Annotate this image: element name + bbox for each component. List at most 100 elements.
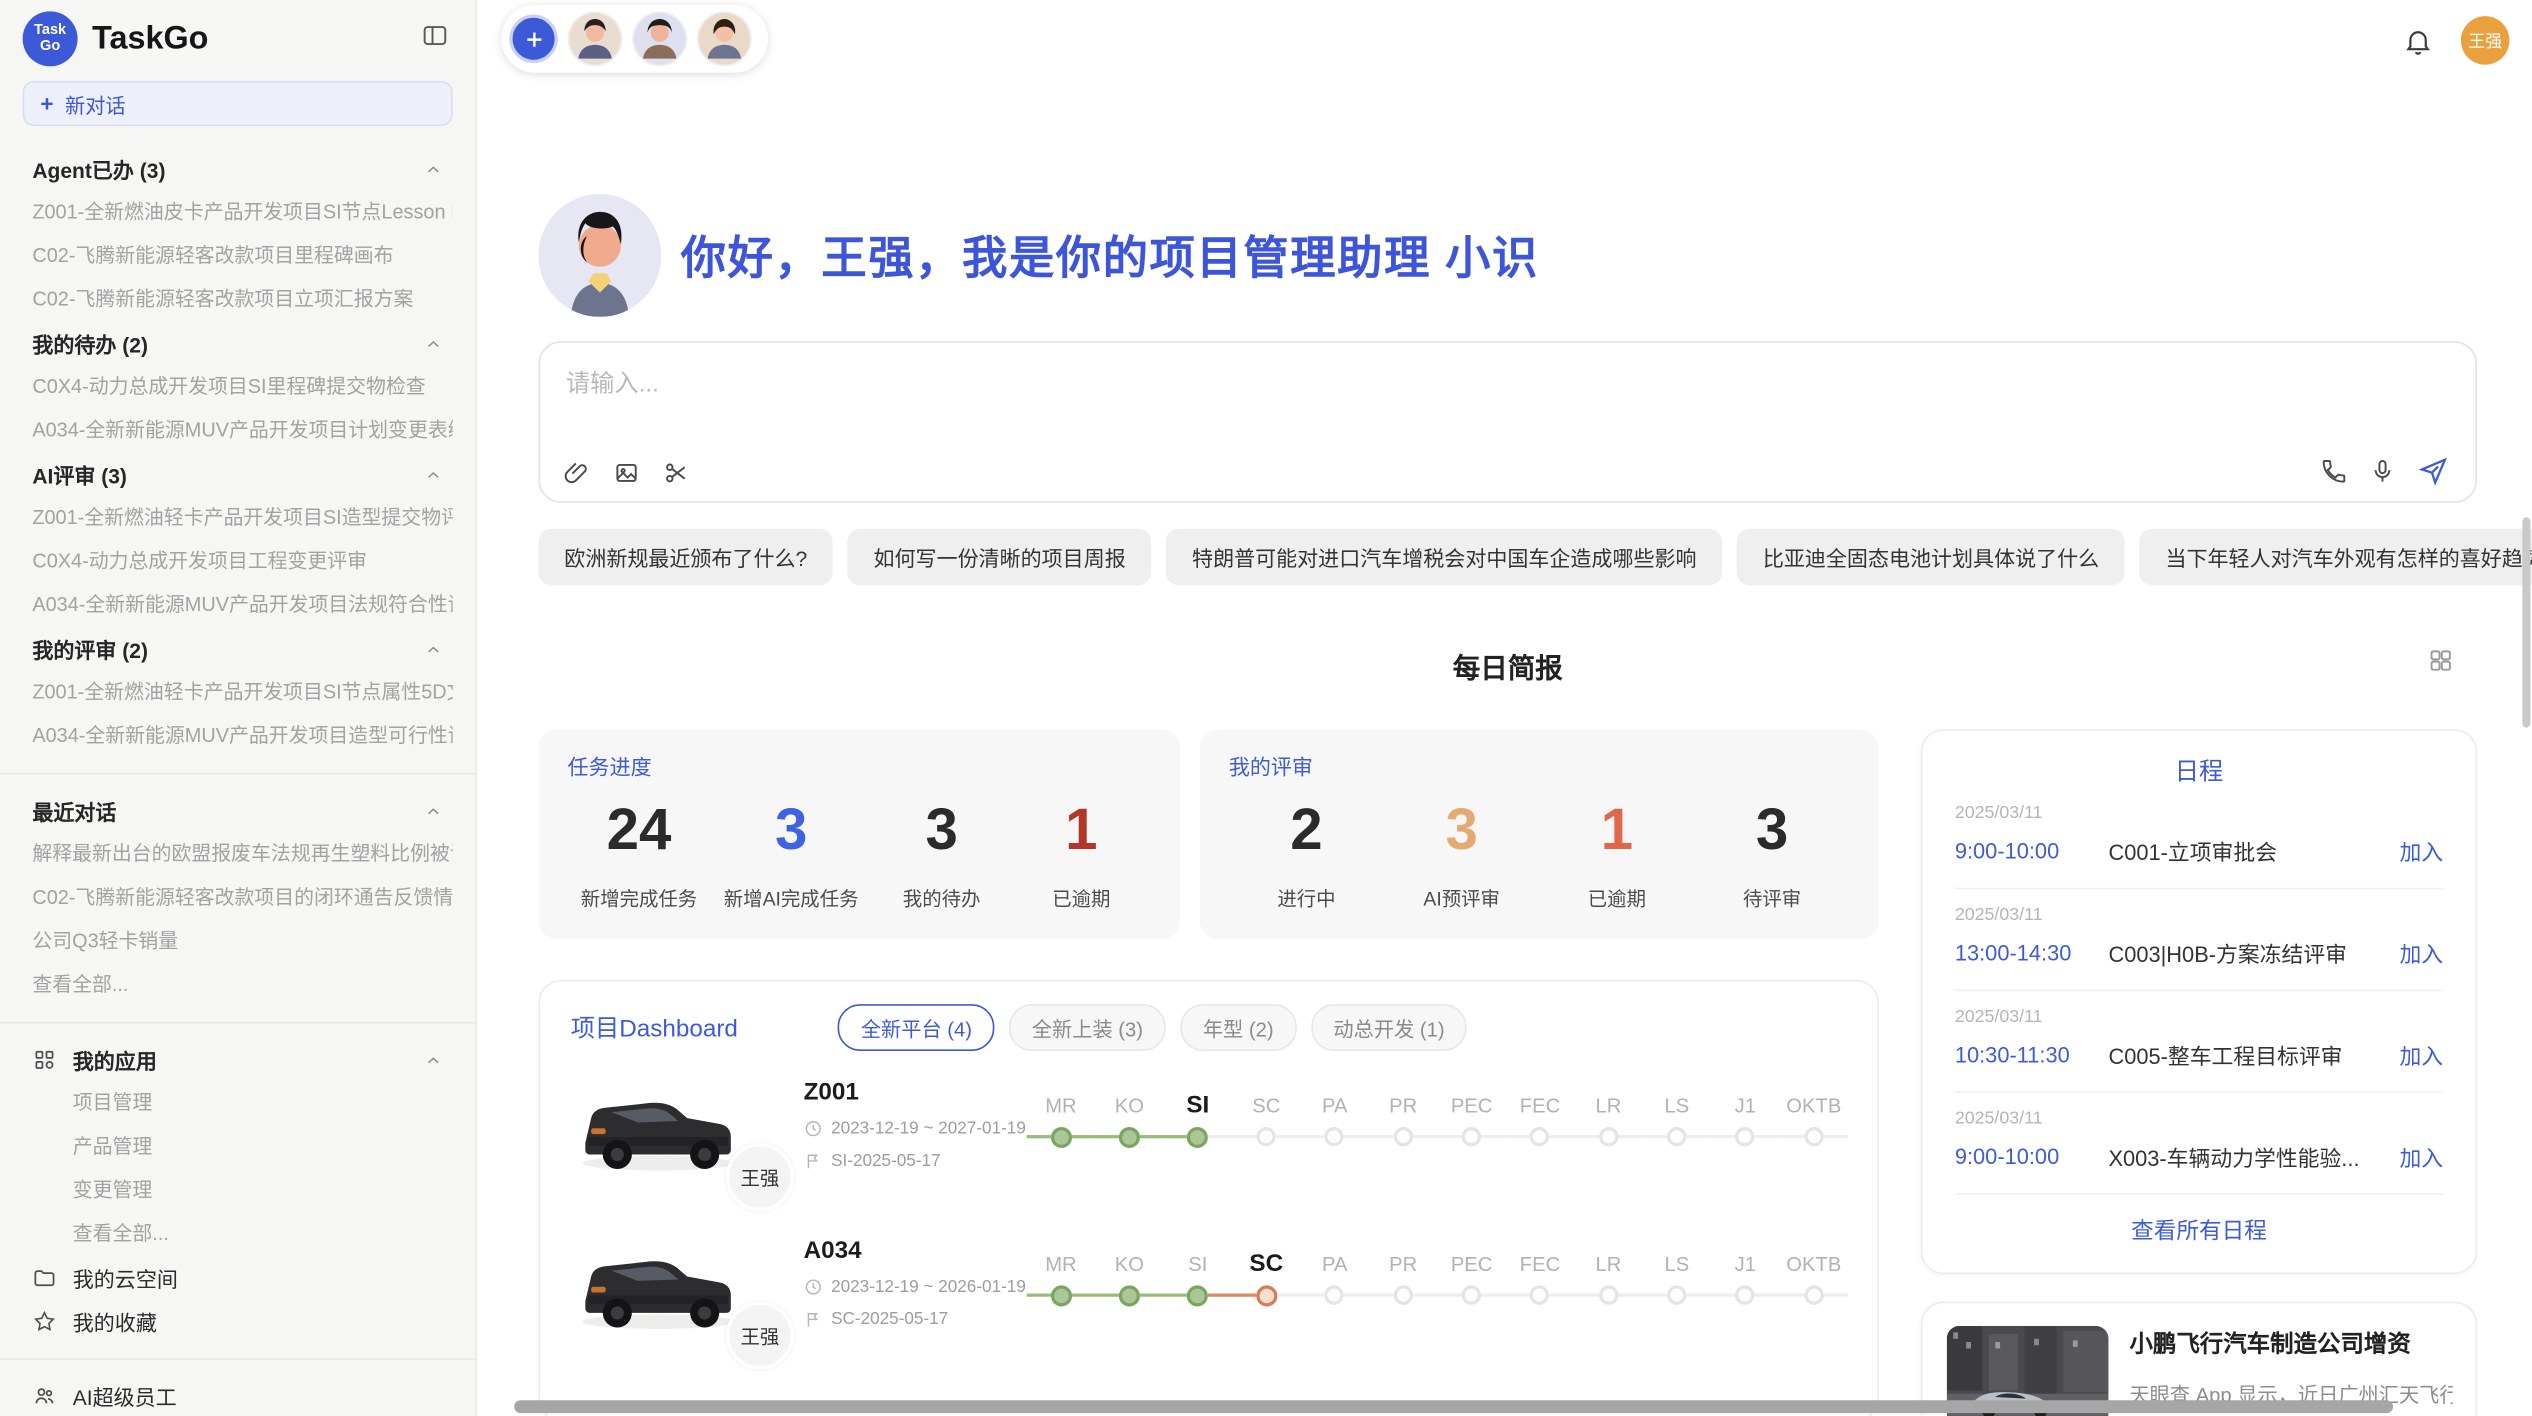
- app-item[interactable]: 变更管理: [23, 1169, 453, 1213]
- news-card[interactable]: 小鹏飞行汽车制造公司增资 天眼查 App 显示，近日广州汇天飞行汽...: [1921, 1302, 2477, 1416]
- task-item[interactable]: A034-全新新能源MUV产品开发项目法规符合性评审: [23, 584, 453, 628]
- task-item[interactable]: Z001-全新燃油皮卡产品开发项目SI节点Lesson Learn报告: [23, 191, 453, 235]
- recent-chat-item[interactable]: 解释最新出台的欧盟报废车法规再生塑料比例被调至15%...: [23, 833, 453, 877]
- suggestion-chip[interactable]: 当下年轻人对汽车外观有怎样的喜好趋势: [2140, 529, 2532, 586]
- sidebar-section-2[interactable]: AI评审 (3): [23, 453, 453, 497]
- app-window: Task Go TaskGo + 新对话 Agent已办 (3)Z001-全新燃…: [0, 0, 2532, 1416]
- milestone-label: OKTB: [1786, 1247, 1841, 1283]
- suggestion-chip[interactable]: 比亚迪全固态电池计划具体说了什么: [1737, 529, 2125, 586]
- task-item[interactable]: A034-全新新能源MUV产品开发项目造型可行性评审: [23, 715, 453, 759]
- event-time: 13:00-14:30: [1955, 940, 2109, 964]
- microphone-icon[interactable]: [2369, 457, 2396, 484]
- new-chat-label: 新对话: [65, 88, 126, 119]
- project-row[interactable]: 王强A0342023-12-19 ~ 2026-01-19SC-2025-05-…: [571, 1230, 1848, 1367]
- task-item[interactable]: Z001-全新燃油轻卡产品开发项目SI造型提交物评审: [23, 496, 453, 540]
- dashboard-tab[interactable]: 动总开发 (1): [1311, 1004, 1467, 1051]
- project-list: 王强Z0012023-12-19 ~ 2027-01-19SI-2025-05-…: [571, 1072, 1848, 1416]
- view-all-schedule-link[interactable]: 查看所有日程: [1955, 1195, 2443, 1253]
- join-button[interactable]: 加入: [2399, 834, 2443, 866]
- sidebar-section-0[interactable]: Agent已办 (3): [23, 147, 453, 191]
- recent-chat-item[interactable]: C02-飞腾新能源轻客改款项目的闭环通告反馈情况: [23, 876, 453, 920]
- task-item[interactable]: A034-全新新能源MUV产品开发项目计划变更表编写: [23, 409, 453, 453]
- milestone: PR: [1369, 1247, 1437, 1368]
- milestone-dot-row: [1095, 1124, 1163, 1150]
- dashboard-tab[interactable]: 年型 (2): [1180, 1004, 1296, 1051]
- event-main: 9:00-10:00C001-立项审批会加入: [1955, 834, 2443, 866]
- suggestion-chip[interactable]: 欧洲新规最近颁布了什么?: [538, 529, 833, 586]
- assistant-avatar: [538, 194, 661, 317]
- image-upload-icon[interactable]: [613, 459, 640, 486]
- project-info: A0342023-12-19 ~ 2026-01-19SC-2025-05-17: [804, 1230, 1027, 1367]
- milestone: LR: [1574, 1247, 1642, 1368]
- milestone-dot: [1119, 1126, 1140, 1147]
- agent-avatar-2[interactable]: [632, 11, 687, 66]
- sidebar-my-apps[interactable]: 我的应用: [23, 1038, 453, 1082]
- milestone: J1: [1711, 1247, 1779, 1368]
- task-item[interactable]: C02-飞腾新能源轻客改款项目里程碑画布: [23, 234, 453, 278]
- recent-chat-item[interactable]: 公司Q3轻卡销量: [23, 920, 453, 964]
- milestone-track: MRKOSISCPAPRPECFECLRLSJ1OKTB: [1027, 1072, 1848, 1209]
- task-item[interactable]: C0X4-动力总成开发项目SI里程碑提交物检查: [23, 365, 453, 409]
- user-avatar[interactable]: 王强: [2461, 16, 2510, 65]
- project-image: 王强: [571, 1072, 781, 1201]
- agent-avatar-1[interactable]: [568, 11, 623, 66]
- app-item[interactable]: 产品管理: [23, 1125, 453, 1169]
- event-date: 2025/03/11: [1955, 1109, 2443, 1128]
- sidebar-tool-people[interactable]: AI超级员工: [23, 1374, 453, 1416]
- milestone-dot: [1462, 1285, 1481, 1304]
- phone-icon[interactable]: [2320, 457, 2347, 484]
- input-tools-left: [563, 459, 691, 486]
- event-title: C005-整车工程目标评审: [2108, 1038, 2386, 1070]
- sidebar-section-recent[interactable]: 最近对话: [23, 789, 453, 833]
- layout-grid-icon[interactable]: [2427, 647, 2454, 674]
- milestone-dot-row: [1164, 1124, 1232, 1150]
- scissors-icon[interactable]: [663, 459, 690, 486]
- sidebar-section-1[interactable]: 我的待办 (2): [23, 322, 453, 366]
- suggestion-chip[interactable]: 如何写一份清晰的项目周报: [848, 529, 1152, 586]
- horizontal-scrollbar[interactable]: [514, 1400, 2393, 1413]
- sidebar-item-folder[interactable]: 我的云空间: [23, 1256, 453, 1300]
- task-item[interactable]: Z001-全新燃油轻卡产品开发项目SI节点属性5D文件评审: [23, 671, 453, 715]
- stat-item: 3待评审: [1716, 794, 1829, 912]
- app-item[interactable]: 项目管理: [23, 1082, 453, 1126]
- event-time: 9:00-10:00: [1955, 838, 2109, 862]
- agent-avatar-3[interactable]: [697, 11, 752, 66]
- recent-chat-item[interactable]: 查看全部...: [23, 964, 453, 1008]
- send-icon[interactable]: [2417, 454, 2449, 486]
- new-chat-button[interactable]: + 新对话: [23, 81, 453, 126]
- milestone-label: PEC: [1451, 1088, 1493, 1124]
- join-button[interactable]: 加入: [2399, 1140, 2443, 1172]
- project-row[interactable]: 王强Z0012023-12-19 ~ 2027-01-19SI-2025-05-…: [571, 1072, 1848, 1209]
- milestone-line: [1027, 1294, 1051, 1297]
- milestone-dot-row: [1643, 1124, 1711, 1150]
- join-button[interactable]: 加入: [2399, 936, 2443, 968]
- sidebar-section-3[interactable]: 我的评审 (2): [23, 627, 453, 671]
- dashboard-tab[interactable]: 全新上装 (3): [1009, 1004, 1165, 1051]
- suggestion-chip[interactable]: 特朗普可能对进口汽车增税会对中国车企造成哪些影响: [1166, 529, 1722, 586]
- stat-item: 1已逾期: [1560, 794, 1673, 912]
- star-icon: [32, 1310, 56, 1334]
- milestone-line: [1687, 1294, 1712, 1297]
- notification-bell-icon[interactable]: [2403, 25, 2434, 56]
- sidebar-item-star[interactable]: 我的收藏: [23, 1300, 453, 1344]
- dashboard-tab[interactable]: 全新平台 (4): [838, 1004, 994, 1051]
- milestone-dot-row: [1095, 1282, 1163, 1308]
- vertical-scrollbar[interactable]: [2522, 517, 2530, 727]
- add-agent-button[interactable]: [509, 15, 558, 64]
- stats-card-title: 我的评审: [1229, 750, 1850, 781]
- milestone-line: [1711, 1135, 1736, 1138]
- milestone-line: [1344, 1294, 1369, 1297]
- milestone-dot-row: [1369, 1124, 1437, 1150]
- join-button[interactable]: 加入: [2399, 1038, 2443, 1070]
- milestone-line: [1643, 1135, 1668, 1138]
- attachment-icon[interactable]: [563, 459, 590, 486]
- app-item[interactable]: 查看全部...: [23, 1213, 453, 1257]
- chat-input[interactable]: [540, 343, 2475, 427]
- collapse-sidebar-icon[interactable]: [420, 21, 449, 50]
- milestone-line: [1481, 1294, 1506, 1297]
- milestone: MR: [1027, 1247, 1095, 1368]
- task-item[interactable]: C0X4-动力总成开发项目工程变更评审: [23, 540, 453, 584]
- milestone-dot-row: [1437, 1124, 1505, 1150]
- task-item[interactable]: C02-飞腾新能源轻客改款项目立项汇报方案: [23, 278, 453, 322]
- milestone-dot-row: [1643, 1282, 1711, 1308]
